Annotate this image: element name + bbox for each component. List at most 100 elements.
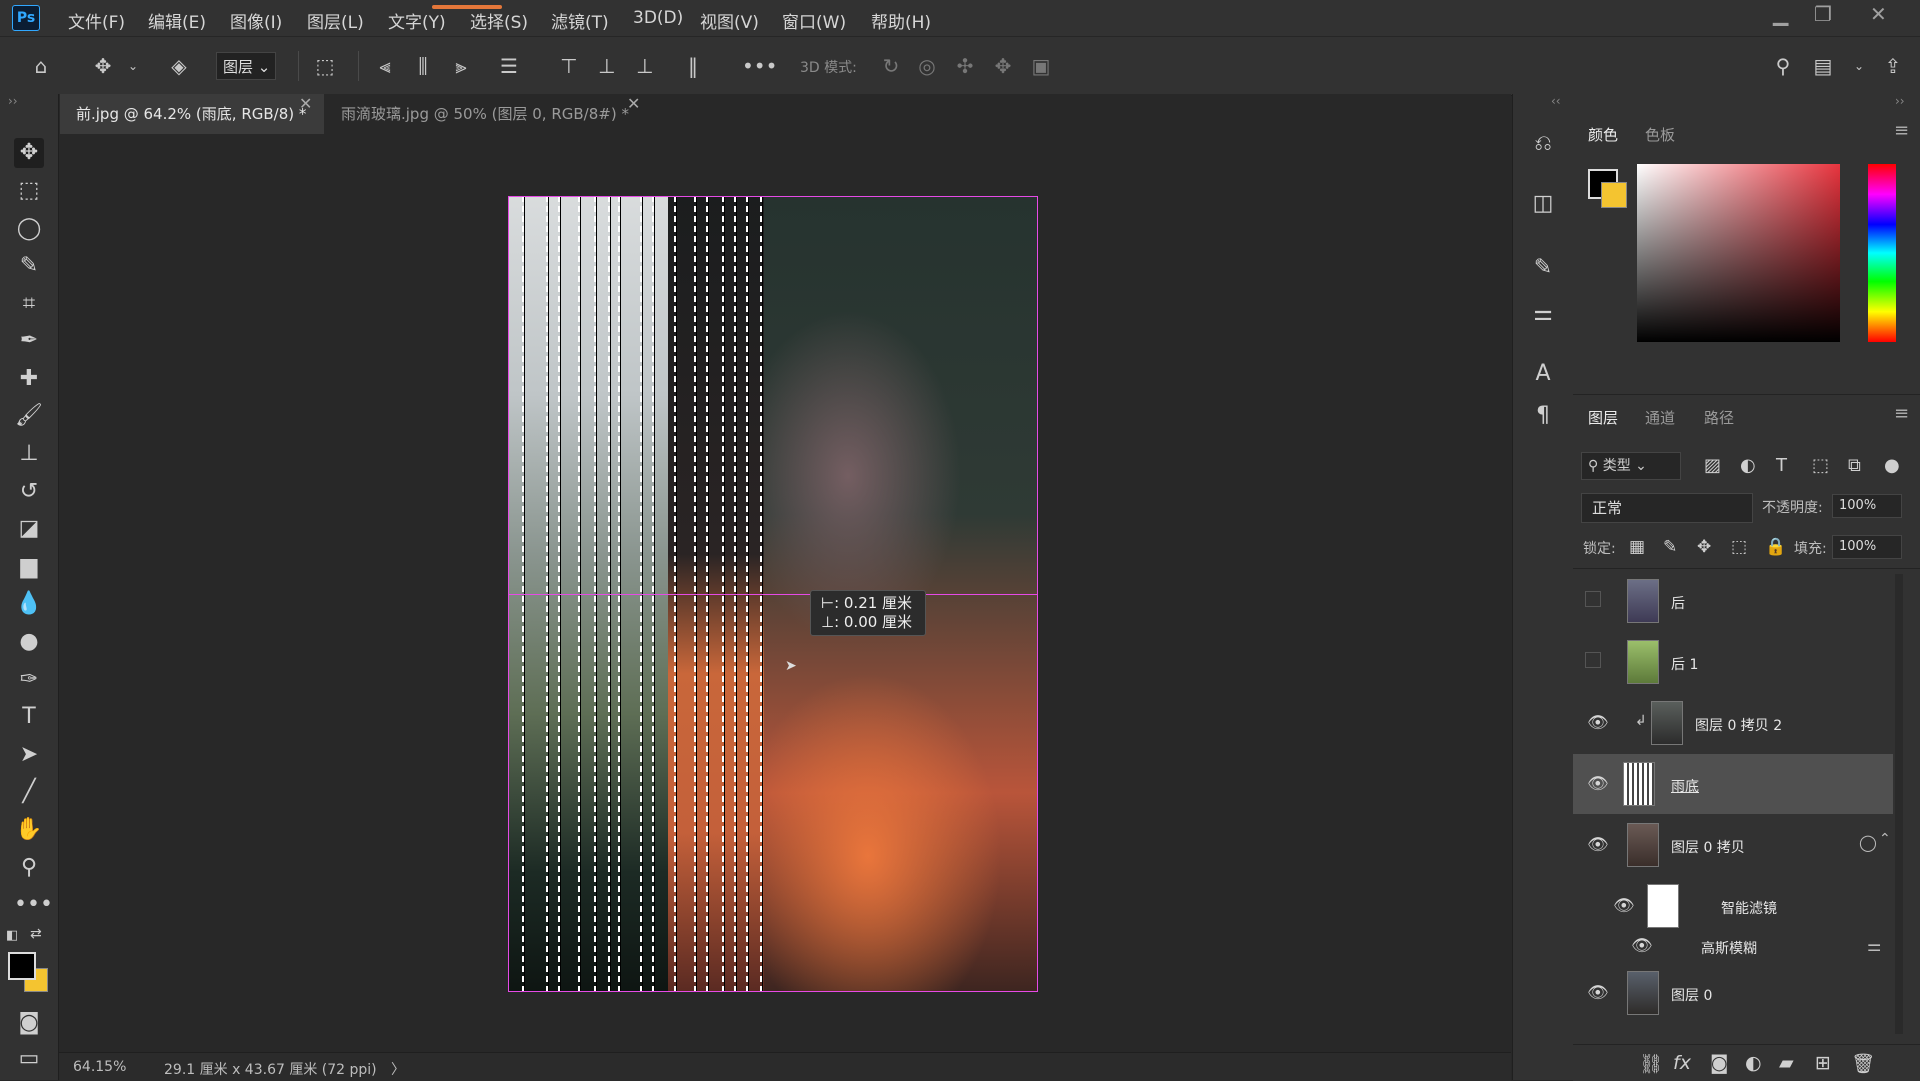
delete-layer-icon[interactable]: 🗑: [1851, 1052, 1875, 1075]
pen-tool-icon[interactable]: ✑: [14, 665, 44, 695]
search-icon[interactable]: ⚲: [1770, 53, 1796, 79]
paragraph-panel-icon[interactable]: ¶: [1529, 402, 1557, 430]
close-tab-icon[interactable]: ✕: [299, 94, 312, 113]
menu-image[interactable]: 图像(I): [230, 8, 282, 33]
filter-blending-options-icon[interactable]: ⚌: [1867, 936, 1881, 955]
tab-color[interactable]: 颜色: [1588, 124, 1618, 145]
eye-icon[interactable]: 👁: [1587, 835, 1609, 855]
expand-panels-icon[interactable]: ››: [1895, 94, 1905, 108]
path-select-tool-icon[interactable]: ➤: [14, 740, 44, 770]
tab-document-2[interactable]: 雨滴玻璃.jpg @ 50% (图层 0, RGB/8#) *: [325, 94, 705, 134]
auto-select-dropdown[interactable]: 图层 ⌄: [216, 52, 276, 80]
edit-toolbar-icon[interactable]: •••: [14, 890, 53, 920]
new-adjustment-icon[interactable]: ◐: [1745, 1052, 1762, 1074]
menu-edit[interactable]: 编辑(E): [148, 8, 206, 33]
type-filter-icon[interactable]: T: [1776, 455, 1787, 476]
lock-image-icon[interactable]: ✎: [1663, 537, 1677, 557]
lasso-tool-icon[interactable]: ◯: [14, 214, 44, 244]
photoshop-logo-icon[interactable]: Ps: [12, 5, 40, 31]
hand-tool-icon[interactable]: ✋: [14, 815, 44, 845]
link-layers-icon[interactable]: ⛓: [1639, 1052, 1663, 1075]
chevron-down-icon[interactable]: ⌄: [120, 53, 146, 79]
layer-row[interactable]: 👁 图层 0: [1573, 963, 1893, 1023]
align-hcenter-icon[interactable]: ⫼: [410, 53, 436, 79]
smart-object-filter-icon[interactable]: ⧉: [1848, 455, 1861, 476]
hue-slider[interactable]: [1868, 164, 1896, 342]
menu-select[interactable]: 选择(S): [470, 8, 528, 33]
layer-row[interactable]: 👁 高斯模糊 ⚌: [1573, 932, 1893, 962]
type-tool-icon[interactable]: T: [14, 702, 44, 732]
layer-filter-dropdown[interactable]: ⚲ 类型 ⌄: [1581, 452, 1681, 480]
collapse-arrow-icon[interactable]: ⌃: [1879, 831, 1891, 847]
align-left-icon[interactable]: ⫷: [372, 53, 398, 79]
visibility-toggle[interactable]: [1585, 652, 1601, 668]
expand-toolbar-icon[interactable]: ››: [8, 94, 18, 108]
3d-panel-icon[interactable]: ◫: [1529, 190, 1557, 218]
home-icon[interactable]: ⌂: [28, 53, 54, 79]
history-brush-tool-icon[interactable]: ↺: [14, 477, 44, 507]
image-filter-icon[interactable]: ▨: [1704, 455, 1721, 476]
layer-row[interactable]: 👁 雨底: [1573, 754, 1893, 814]
zoom-level[interactable]: 64.15%: [73, 1059, 126, 1075]
align-top-icon[interactable]: ⊤: [556, 53, 582, 79]
lock-all-icon[interactable]: 🔒: [1765, 537, 1786, 557]
lock-position-icon[interactable]: ✥: [1697, 537, 1711, 557]
align-vcenter-icon[interactable]: ⊥: [594, 53, 620, 79]
layers-scrollbar[interactable]: [1895, 574, 1903, 1034]
tab-layers[interactable]: 图层: [1588, 407, 1618, 428]
eye-icon[interactable]: 👁: [1587, 774, 1609, 794]
brush-tool-icon[interactable]: 🖌: [14, 401, 44, 431]
layer-row[interactable]: 👁 智能滤镜: [1573, 876, 1893, 936]
align-bottom-icon[interactable]: ⊥: [632, 53, 658, 79]
camera-3d-icon[interactable]: ▣: [1028, 53, 1054, 79]
close-window-icon[interactable]: ✕: [1870, 2, 1887, 26]
dodge-tool-icon[interactable]: ●: [14, 627, 44, 657]
menu-filter[interactable]: 滤镜(T): [551, 8, 609, 33]
align-right-icon[interactable]: ⫸: [448, 53, 474, 79]
more-options-icon[interactable]: •••: [742, 53, 777, 79]
eyedropper-tool-icon[interactable]: ✒: [14, 326, 44, 356]
eye-icon[interactable]: 👁: [1587, 713, 1609, 733]
lock-transparent-icon[interactable]: ▦: [1629, 537, 1645, 557]
lock-artboard-icon[interactable]: ⬚: [1731, 537, 1747, 557]
character-panel-icon[interactable]: A: [1529, 360, 1557, 388]
menu-layer[interactable]: 图层(L): [307, 8, 364, 33]
slide-3d-icon[interactable]: ✥: [990, 53, 1016, 79]
add-mask-icon[interactable]: ◙: [1710, 1052, 1728, 1074]
blend-mode-dropdown[interactable]: 正常: [1581, 493, 1753, 523]
foreground-color-swatch[interactable]: [8, 952, 36, 980]
visibility-toggle[interactable]: [1585, 591, 1601, 607]
opacity-field[interactable]: 100%: [1832, 494, 1902, 518]
swap-colors-icon[interactable]: ⇄: [30, 926, 42, 942]
layer-row[interactable]: 👁 图层 0 拷贝 ◯ ⌃: [1573, 815, 1893, 875]
layer-row[interactable]: 后 1: [1573, 632, 1893, 692]
brush-settings-icon[interactable]: ✎: [1529, 254, 1557, 282]
auto-select-icon[interactable]: ◈: [166, 53, 192, 79]
eye-icon[interactable]: 👁: [1613, 896, 1635, 916]
quick-select-tool-icon[interactable]: ✎: [14, 251, 44, 281]
transform-controls-icon[interactable]: ⬚: [312, 53, 338, 79]
layer-style-icon[interactable]: fx: [1673, 1052, 1691, 1074]
roll-3d-icon[interactable]: ◎: [914, 53, 940, 79]
status-menu-arrow[interactable]: 〉: [391, 1059, 405, 1079]
clone-stamp-tool-icon[interactable]: ⊥: [14, 439, 44, 469]
menu-type[interactable]: 文字(Y): [388, 8, 446, 33]
eraser-tool-icon[interactable]: ◪: [14, 514, 44, 544]
share-icon[interactable]: ⇪: [1880, 53, 1906, 79]
screen-mode-icon[interactable]: ▭: [14, 1044, 44, 1074]
chevron-down-icon[interactable]: ⌄: [1846, 53, 1872, 79]
background-color-swatch[interactable]: [1601, 182, 1627, 208]
adjustments-panel-icon[interactable]: ⚌: [1529, 300, 1557, 328]
tab-channels[interactable]: 通道: [1645, 407, 1675, 428]
default-colors-icon[interactable]: ◧: [6, 928, 18, 943]
gradient-tool-icon[interactable]: ▆: [14, 552, 44, 582]
menu-3d[interactable]: 3D(D): [633, 8, 683, 28]
menu-view[interactable]: 视图(V): [700, 8, 759, 33]
collapse-panels-icon[interactable]: ‹‹: [1551, 94, 1561, 108]
close-tab-icon[interactable]: ✕: [627, 94, 640, 113]
layer-row[interactable]: 后: [1573, 571, 1893, 631]
panel-menu-icon[interactable]: ≡: [1894, 120, 1909, 141]
color-field[interactable]: [1637, 164, 1840, 342]
distribute-vertical-icon[interactable]: ‖: [680, 53, 706, 79]
blur-tool-icon[interactable]: 💧: [14, 589, 44, 619]
